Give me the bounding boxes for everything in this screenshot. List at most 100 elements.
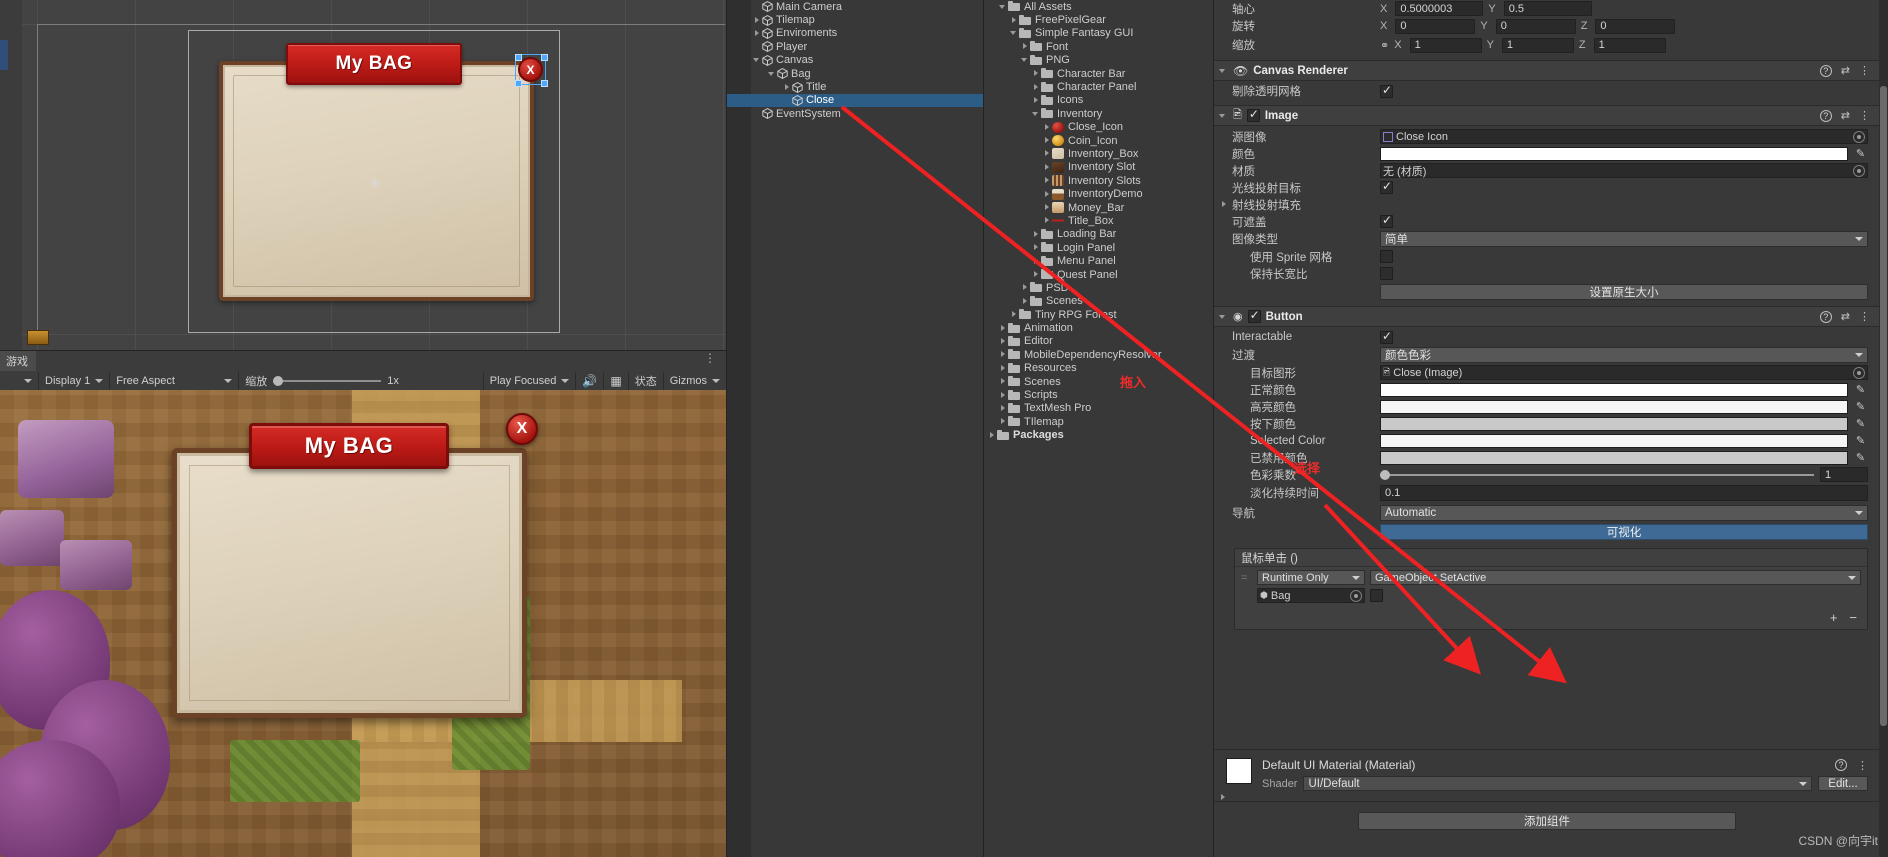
project-item-scenes[interactable]: Scenes	[984, 295, 1213, 308]
tab-game[interactable]: 游戏	[0, 351, 36, 371]
chevron-right-icon[interactable]	[1032, 270, 1041, 279]
onclick-target-field[interactable]: ⬢ Bag	[1257, 588, 1365, 603]
game-target-dropdown[interactable]	[0, 371, 38, 391]
help-icon[interactable]: ?	[1819, 310, 1832, 323]
normal-color-swatch[interactable]	[1380, 382, 1848, 397]
onclick-add-button[interactable]: +	[1830, 610, 1838, 625]
maskable-checkbox[interactable]	[1380, 213, 1393, 228]
chevron-right-icon[interactable]	[999, 337, 1008, 346]
pivot-y-input[interactable]: 0.5	[1503, 1, 1592, 16]
image-color-swatch[interactable]	[1380, 146, 1848, 161]
project-item-loading-bar[interactable]: Loading Bar	[984, 228, 1213, 241]
kebab-menu-icon[interactable]: ⋮	[704, 352, 716, 364]
project-tree[interactable]: All Assets FreePixelGear Simple Fantasy GU…	[984, 0, 1213, 442]
project-item-png[interactable]: PNG	[984, 54, 1213, 67]
project-item-title-box[interactable]: Title_Box	[984, 214, 1213, 227]
project-item-close-icon[interactable]: Close_Icon	[984, 121, 1213, 134]
chevron-right-icon[interactable]	[753, 16, 762, 25]
navigation-dropdown[interactable]: Automatic	[1380, 504, 1868, 521]
project-item-inventory[interactable]: Inventory	[984, 107, 1213, 120]
project-item-mobiledependencyresolver[interactable]: MobileDependencyResolver	[984, 348, 1213, 361]
chevron-right-icon[interactable]	[999, 417, 1008, 426]
image-material-field[interactable]: 无 (材质)	[1380, 163, 1868, 178]
project-item-tiny-rpg-forest[interactable]: Tiny RPG Forest	[984, 308, 1213, 321]
shader-dropdown[interactable]: UI/Default	[1303, 776, 1812, 791]
project-item-inventory-box[interactable]: Inventory_Box	[984, 147, 1213, 160]
gizmo-handle-br[interactable]	[541, 80, 548, 87]
kebab-menu-icon[interactable]: ⋮	[1859, 310, 1870, 323]
chevron-right-icon[interactable]	[988, 431, 997, 440]
fade-duration-input[interactable]: 0.1	[1380, 485, 1868, 501]
hierarchy-item-close[interactable]: Close	[727, 93, 983, 108]
project-item-coin-icon[interactable]: Coin_Icon	[984, 134, 1213, 147]
hierarchy-item-bag[interactable]: Bag	[727, 67, 983, 80]
chevron-down-icon[interactable]	[768, 69, 777, 78]
game-bag-panel[interactable]	[172, 448, 527, 718]
eyedropper-icon[interactable]: ✎	[1853, 383, 1868, 397]
image-type-dropdown[interactable]: 简单	[1380, 231, 1868, 247]
inspector-panel[interactable]: 轴心 X 0.5000003 Y 0.5 旋转 X 0 Y 0 Z 0 缩放 ⚭…	[1213, 0, 1888, 857]
preset-icon[interactable]: ⇄	[1841, 310, 1850, 323]
eyedropper-icon[interactable]: ✎	[1853, 434, 1868, 448]
onclick-runtime-dropdown[interactable]: Runtime Only	[1257, 570, 1365, 585]
rotation-z-input[interactable]: 0	[1595, 18, 1676, 34]
pivot-x-input[interactable]: 0.5000003	[1395, 1, 1484, 16]
chevron-right-icon[interactable]	[1010, 16, 1019, 25]
add-component-button[interactable]: 添加组件	[1358, 812, 1736, 830]
chevron-right-icon[interactable]	[783, 83, 792, 92]
project-item-login-panel[interactable]: Login Panel	[984, 241, 1213, 254]
zoom-slider-track[interactable]	[273, 376, 382, 386]
hierarchy-item-eventsystem[interactable]: EventSystem	[727, 107, 983, 120]
chevron-right-icon[interactable]	[999, 324, 1008, 333]
project-item-inventory-slots[interactable]: Inventory Slots	[984, 174, 1213, 187]
hierarchy-item-main-camera[interactable]: Main Camera	[727, 0, 983, 13]
chevron-down-icon[interactable]	[1219, 111, 1228, 120]
hierarchy-panel[interactable]: Main Camera Tilemap Enviroments Player Canva…	[726, 0, 983, 857]
image-enabled-checkbox[interactable]	[1246, 107, 1260, 122]
chevron-right-icon[interactable]	[1032, 243, 1041, 252]
project-item-inventory-slot[interactable]: Inventory Slot	[984, 161, 1213, 174]
chevron-right-icon[interactable]	[1032, 230, 1041, 239]
object-picker-icon[interactable]	[1350, 589, 1362, 602]
chevron-right-icon[interactable]	[999, 391, 1008, 400]
project-item-quest-panel[interactable]: Quest Panel	[984, 268, 1213, 281]
chevron-right-icon[interactable]	[753, 29, 762, 38]
chevron-right-icon[interactable]	[999, 364, 1008, 373]
kebab-menu-icon[interactable]: ⋮	[1859, 109, 1870, 122]
color-multiplier-track[interactable]	[1380, 469, 1814, 480]
chevron-right-icon[interactable]	[1010, 310, 1019, 319]
scene-bag-title[interactable]: My BAG	[286, 43, 462, 85]
gizmo-handle-tr[interactable]	[541, 54, 548, 61]
object-picker-icon[interactable]	[1853, 130, 1865, 143]
zoom-slider-knob[interactable]	[273, 376, 284, 386]
project-item-inventorydemo[interactable]: InventoryDemo	[984, 187, 1213, 200]
rotation-x-input[interactable]: 0	[1395, 18, 1476, 34]
project-item-packages[interactable]: Packages	[984, 429, 1213, 442]
raycast-target-checkbox[interactable]	[1380, 179, 1393, 194]
chevron-right-icon[interactable]	[1043, 123, 1052, 132]
stats-grid-button[interactable]: ▦	[604, 371, 627, 391]
transition-dropdown[interactable]: 颜色色彩	[1380, 347, 1868, 363]
disabled-color-swatch[interactable]	[1380, 450, 1848, 465]
object-picker-icon[interactable]	[1853, 366, 1865, 379]
gizmo-handle-tl[interactable]	[515, 54, 522, 61]
button-enabled-checkbox[interactable]	[1247, 308, 1261, 323]
canvas-renderer-header[interactable]: 👁 Canvas Renderer ? ⇄ ⋮	[1214, 60, 1880, 81]
chevron-down-icon[interactable]	[753, 56, 762, 65]
color-multiplier-slider[interactable]: 1	[1380, 467, 1868, 482]
color-multiplier-input[interactable]: 1	[1820, 467, 1868, 482]
gizmo-handle-bl[interactable]	[515, 80, 522, 87]
chevron-right-icon[interactable]	[1220, 200, 1229, 209]
project-panel[interactable]: All Assets FreePixelGear Simple Fantasy GU…	[983, 0, 1213, 857]
project-item-character-panel[interactable]: Character Panel	[984, 80, 1213, 93]
scale-y-input[interactable]: 1	[1501, 37, 1574, 53]
chevron-right-icon[interactable]	[1043, 216, 1052, 225]
project-item-all-assets[interactable]: All Assets	[984, 0, 1213, 13]
chevron-right-icon[interactable]	[1032, 96, 1041, 105]
chevron-right-icon[interactable]	[1021, 42, 1030, 51]
shader-edit-button[interactable]: Edit...	[1818, 776, 1868, 791]
hierarchy-item-enviroments[interactable]: Enviroments	[727, 27, 983, 40]
chevron-right-icon[interactable]	[1043, 190, 1052, 199]
project-item-animation[interactable]: Animation	[984, 321, 1213, 334]
project-item-psd[interactable]: PSD	[984, 281, 1213, 294]
